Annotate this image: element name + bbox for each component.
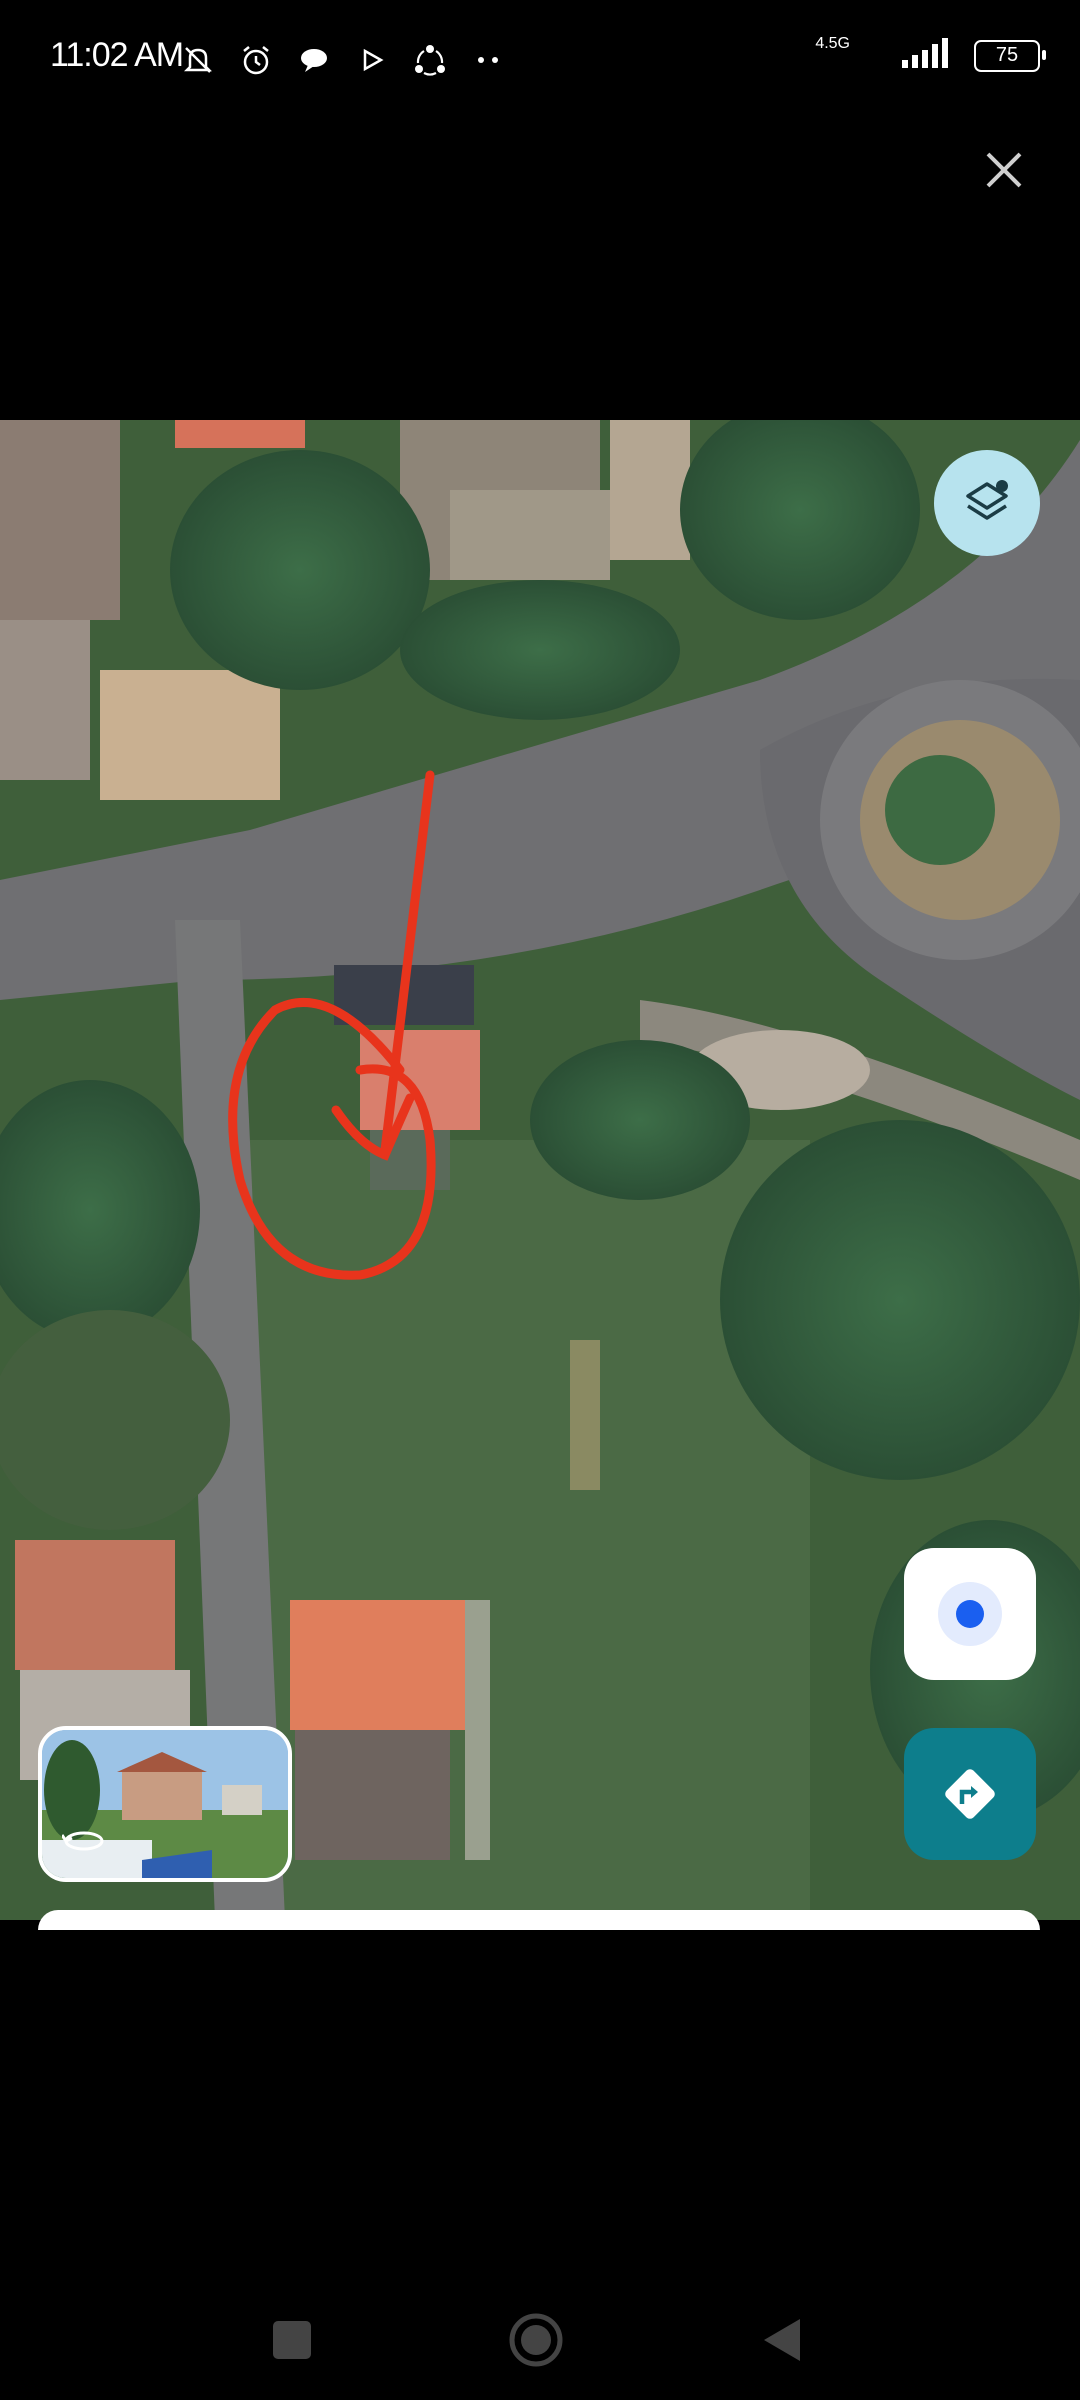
notifications-muted-icon bbox=[178, 40, 218, 80]
battery-icon: 75 bbox=[974, 39, 1046, 72]
signal-icon bbox=[896, 36, 958, 75]
battery-level: 75 bbox=[995, 44, 1019, 66]
status-time: 11:02 AM bbox=[50, 36, 184, 74]
layers-button[interactable] bbox=[934, 450, 1040, 556]
close-button[interactable] bbox=[976, 142, 1032, 198]
street-view-thumbnail[interactable] bbox=[38, 1726, 292, 1882]
directions-button[interactable] bbox=[904, 1728, 1036, 1860]
home-icon bbox=[509, 2313, 563, 2367]
notification-icons bbox=[178, 40, 508, 80]
recents-button[interactable] bbox=[262, 2310, 322, 2370]
status-bar: 11:02 AM 4.5G 75 bbox=[0, 0, 1080, 120]
recents-icon bbox=[273, 2321, 311, 2359]
home-button[interactable] bbox=[506, 2310, 566, 2370]
back-icon bbox=[764, 2319, 800, 2361]
back-button[interactable] bbox=[752, 2310, 812, 2370]
my-location-button[interactable] bbox=[904, 1548, 1036, 1680]
share-icon bbox=[410, 40, 450, 80]
chat-icon bbox=[294, 40, 334, 80]
system-navigation-bar bbox=[0, 2260, 1080, 2400]
my-location-icon bbox=[938, 1582, 1002, 1646]
more-dots-icon bbox=[468, 40, 508, 80]
street-view-rotate-icon bbox=[62, 1831, 104, 1851]
alarm-icon bbox=[236, 40, 276, 80]
close-icon bbox=[986, 152, 1022, 188]
play-icon bbox=[352, 40, 392, 80]
network-type: 4.5G bbox=[815, 35, 850, 52]
bottom-sheet-handle[interactable] bbox=[38, 1910, 1040, 1930]
directions-icon bbox=[945, 1769, 995, 1819]
satellite-map[interactable] bbox=[0, 420, 1080, 1920]
satellite-imagery bbox=[0, 420, 1080, 1920]
layers-icon bbox=[966, 480, 1008, 520]
